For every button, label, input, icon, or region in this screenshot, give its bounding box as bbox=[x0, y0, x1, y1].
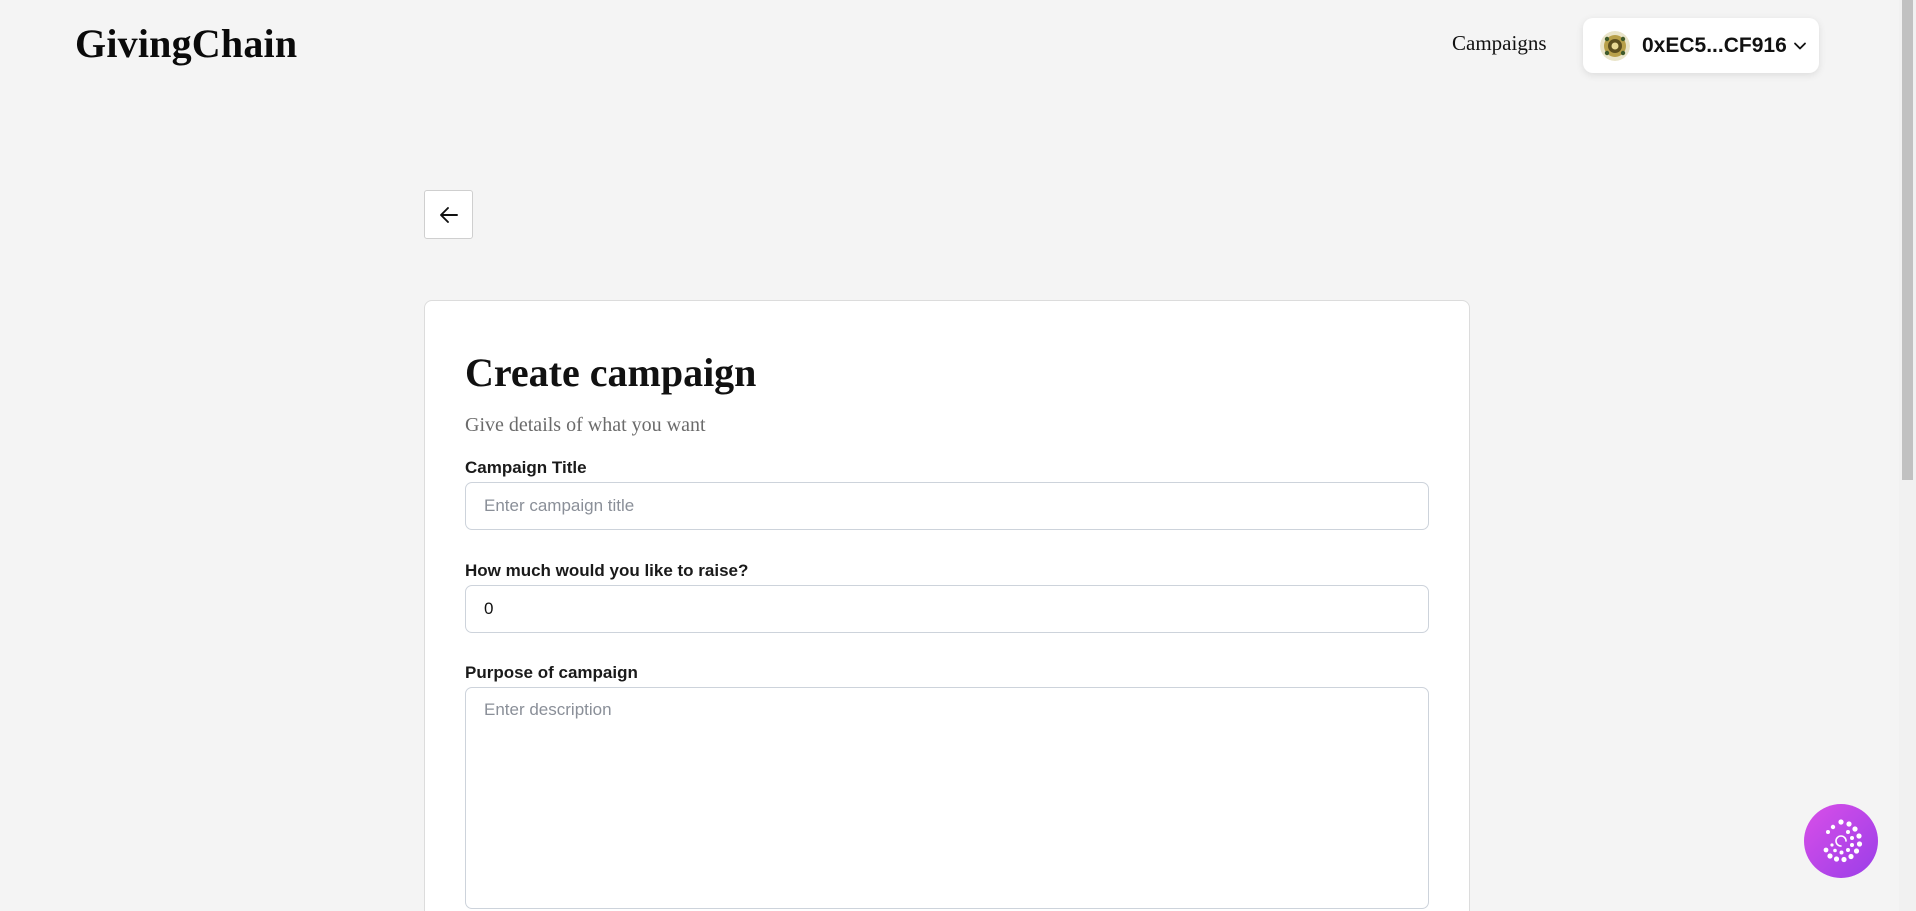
raise-amount-label: How much would you like to raise? bbox=[465, 561, 749, 580]
campaign-title-input[interactable] bbox=[465, 482, 1429, 530]
wallet-address: 0xEC5...CF916 bbox=[1642, 33, 1787, 57]
chevron-down-icon bbox=[1793, 42, 1806, 49]
campaign-title-label: Campaign Title bbox=[465, 458, 587, 477]
back-button[interactable] bbox=[424, 190, 473, 239]
purpose-label: Purpose of campaign bbox=[465, 663, 638, 682]
page-title: Create campaign bbox=[465, 350, 757, 395]
raise-amount-input[interactable] bbox=[465, 585, 1429, 633]
logo[interactable]: GivingChain bbox=[75, 20, 297, 67]
page-subtitle: Give details of what you want bbox=[465, 414, 706, 436]
purpose-textarea[interactable] bbox=[465, 687, 1429, 909]
create-campaign-card: Create campaign Give details of what you… bbox=[424, 300, 1470, 911]
wallet-button[interactable]: 0xEC5...CF916 bbox=[1583, 18, 1819, 73]
arrow-left-icon bbox=[439, 206, 458, 223]
page: GivingChain Campaigns 0xEC5...CF916 Crea… bbox=[0, 0, 1916, 911]
wallet-avatar-icon bbox=[1600, 30, 1630, 61]
nav-link-campaigns[interactable]: Campaigns bbox=[1452, 31, 1547, 56]
page-scrollbar[interactable] bbox=[1899, 0, 1916, 911]
assistant-button[interactable] bbox=[1804, 804, 1878, 878]
scrollbar-thumb[interactable] bbox=[1902, 0, 1913, 480]
spiral-dots-icon bbox=[1823, 819, 1863, 863]
